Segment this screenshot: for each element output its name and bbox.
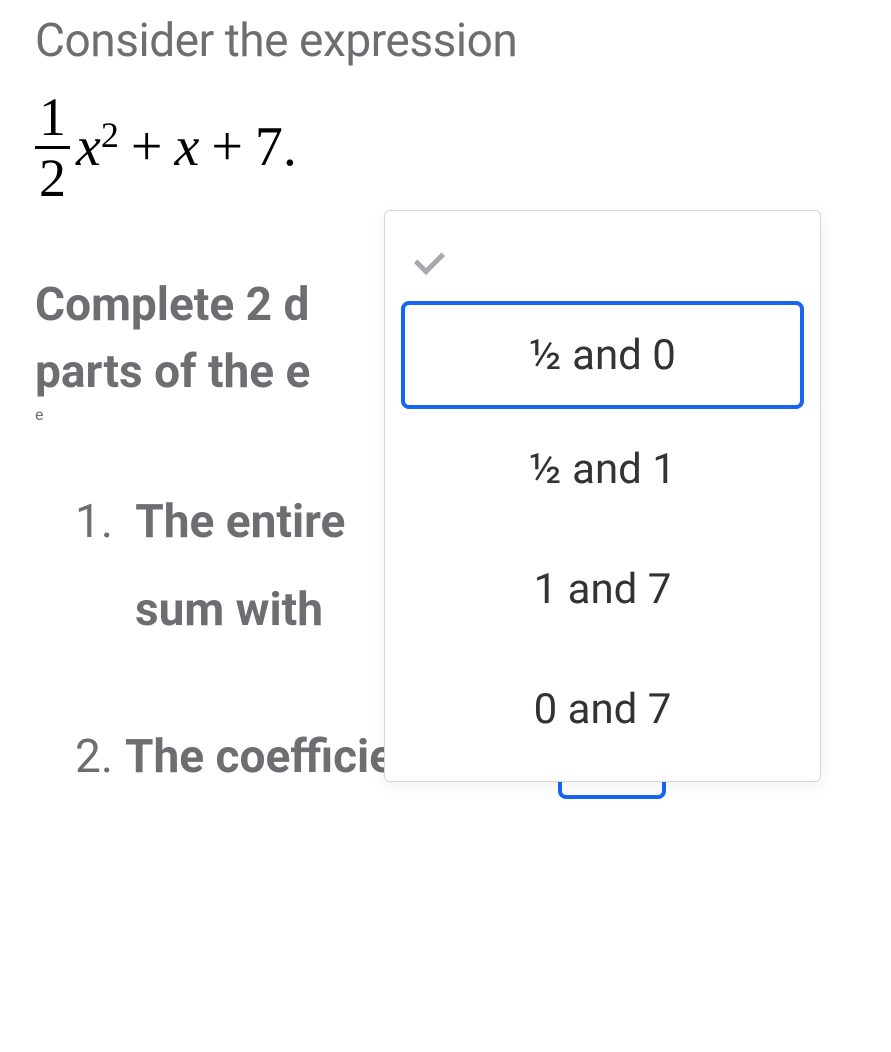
- plus-op-1: +: [119, 115, 175, 179]
- dropdown-options-panel[interactable]: ½ and 0 ½ and 1 1 and 7 0 and 7: [384, 210, 821, 782]
- q1-line1: The entire: [135, 495, 345, 549]
- q1-line2: sum with: [135, 583, 323, 637]
- q1-number: 1.: [75, 495, 113, 549]
- dropdown-option-2[interactable]: ½ and 1: [385, 409, 820, 529]
- dropdown-option-1[interactable]: ½ and 0: [401, 301, 804, 409]
- plus-op-2: +: [199, 115, 255, 179]
- fraction-one-half: 1 2: [35, 90, 70, 205]
- check-icon: [417, 240, 457, 272]
- variable-x1: x: [76, 115, 101, 179]
- exponent-2: 2: [101, 114, 119, 156]
- q2-number: 2.: [75, 714, 113, 801]
- fraction-numerator: 1: [35, 90, 70, 149]
- dropdown-selected-indicator-row[interactable]: [385, 211, 820, 301]
- fraction-denominator: 2: [39, 149, 66, 205]
- variable-x2: x: [174, 115, 199, 179]
- intro-text: Consider the expression: [35, 10, 891, 72]
- expression-period: .: [283, 115, 297, 179]
- math-terms: x 2 + x + 7 .: [76, 115, 297, 179]
- math-expression: 1 2 x 2 + x + 7 .: [35, 82, 891, 212]
- dropdown-option-4[interactable]: 0 and 7: [385, 649, 820, 769]
- constant-7: 7: [255, 115, 283, 179]
- dropdown-option-3[interactable]: 1 and 7: [385, 529, 820, 649]
- instruction-fragment-right: e: [35, 405, 43, 424]
